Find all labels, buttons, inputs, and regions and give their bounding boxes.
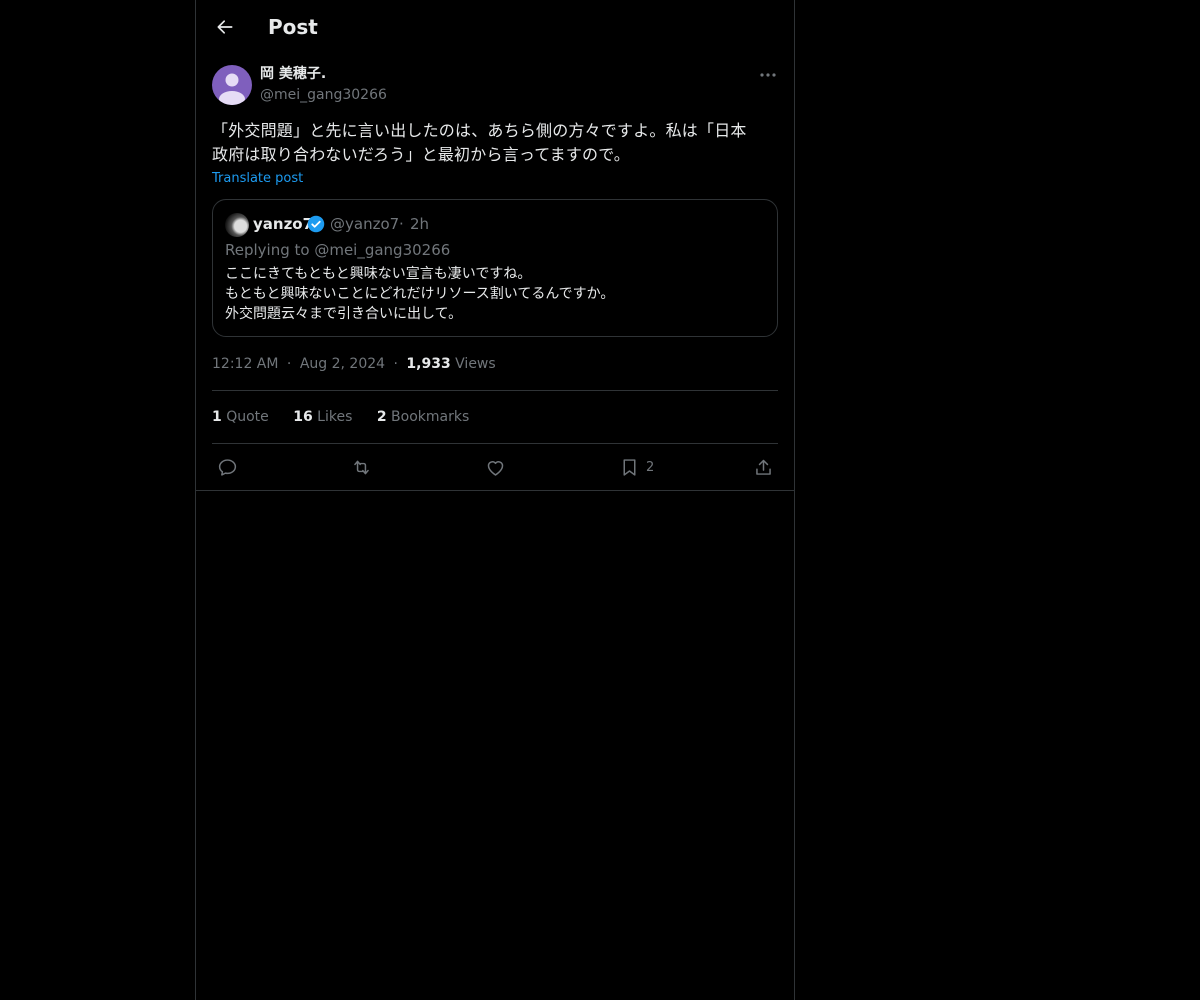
page-title: Post [268,15,318,39]
quote-timestamp[interactable]: 2h [410,214,429,234]
bookmarks-count: 2 [376,409,387,425]
post-text: 「外交問題」と先に言い出したのは、あちら側の方々ですよ。私は「日本 政府は取り合… [212,119,780,167]
repost-button[interactable] [351,455,372,479]
like-icon [487,460,504,476]
bookmark-button[interactable]: 2 [619,455,654,479]
post-text-line: 政府は取り合わないだろう」と最初から言ってますので。 [212,145,631,164]
reply-icon [218,458,237,476]
meta-separator: · [393,356,398,372]
quoted-post[interactable]: yanzo7 @yanzo7 · 2h Replying to @mei_gan… [212,199,778,337]
bookmarks-stat[interactable]: 2 Bookmarks [377,409,469,425]
bookmark-icon [623,458,636,476]
more-options-button[interactable] [754,64,782,86]
bookmarks-stat-label: Bookmarks [391,409,470,425]
default-avatar-icon [219,73,245,105]
quote-count: 1 [212,409,222,425]
verified-badge-icon [307,215,325,233]
views-count: 1,933 [406,356,451,372]
more-dots-icon [760,73,776,77]
back-arrow-icon [217,20,233,34]
post-bottom-border [196,490,794,491]
post-column: Post 岡 美穂子. @mei_gang30266 「外交問題」と先に言い出し… [195,0,795,1000]
reply-button[interactable] [217,455,238,479]
views-label: Views [455,356,496,372]
quote-author-name[interactable]: yanzo7 [253,214,313,234]
quote-text-line: 外交問題云々まで引き合いに出して。 [225,306,463,322]
likes-count: 16 [293,409,313,425]
meta-separator: · [286,356,292,372]
bookmark-count: 2 [646,459,655,475]
back-button[interactable] [210,12,240,42]
quote-author-handle[interactable]: @yanzo7 [330,214,399,234]
share-icon [756,459,771,475]
avatar[interactable] [212,65,252,105]
divider [212,443,778,444]
divider [212,390,778,391]
author-name[interactable]: 岡 美穂子. [260,64,326,84]
post-meta: 12:12 AM · Aug 2, 2024 · 1,933 Views [212,354,496,374]
quote-text-line: もともと興味ないことにどれだけリソース割いてるんですか。 [225,286,615,302]
like-button[interactable] [485,455,506,479]
replying-to-label: Replying to @mei_gang30266 [225,241,451,259]
engagement-stats: 1 Quote 16 Likes 2 Bookmarks [212,407,489,427]
page-header: Post [196,0,794,54]
quote-separator: · [399,215,404,233]
translate-post-link[interactable]: Translate post [212,170,303,188]
author-handle[interactable]: @mei_gang30266 [260,85,387,105]
likes-stat-label: Likes [317,409,353,425]
likes-stat[interactable]: 16 Likes [293,409,352,425]
share-button[interactable] [753,455,774,479]
quote-text-line: ここにきてもともと興味ない宣言も凄いですね。 [225,266,532,282]
quote-stat[interactable]: 1 Quote [212,409,269,425]
quote-avatar[interactable] [225,213,249,237]
quote-stat-label: Quote [226,409,269,425]
repost-icon [354,460,369,474]
post-date[interactable]: Aug 2, 2024 [300,356,385,372]
post-text-line: 「外交問題」と先に言い出したのは、あちら側の方々ですよ。私は「日本 [212,121,747,140]
post-time[interactable]: 12:12 AM [212,356,278,372]
